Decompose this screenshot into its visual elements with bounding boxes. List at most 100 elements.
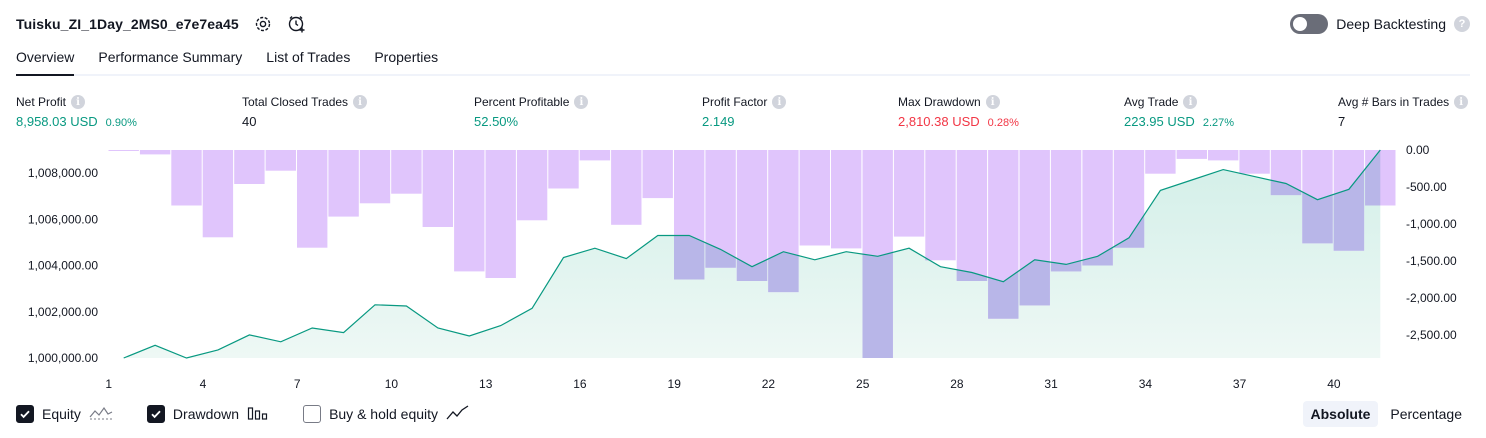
stat-avg-trade: Avg Trade i 223.95 USD 2.27%	[1124, 94, 1234, 129]
equity-point	[405, 305, 407, 307]
stat-total-closed-trades: Total Closed Trades i 40	[242, 94, 368, 129]
equity-point	[657, 234, 659, 236]
settings-gear-icon[interactable]	[253, 14, 273, 34]
equity-point	[1065, 263, 1067, 265]
equity-point	[185, 357, 187, 359]
right-axis-tick-label: -1,500.00	[1406, 254, 1457, 268]
drawdown-bar	[1145, 150, 1176, 174]
equity-point	[751, 266, 753, 268]
drawdown-bar	[516, 150, 548, 221]
stat-label: Total Closed Trades	[242, 95, 349, 109]
info-icon[interactable]: i	[353, 95, 368, 109]
stat-label: Avg Trade	[1124, 95, 1179, 109]
drawdown-bar	[391, 150, 422, 194]
drawdown-bar	[171, 150, 202, 206]
drawdown-bar	[799, 150, 830, 246]
equity-point	[123, 357, 125, 359]
equity-drawdown-chart[interactable]: 1,000,000.00 1,002,000.00 1,004,000.00 1,00…	[0, 140, 1486, 398]
equity-line-icon	[89, 405, 113, 424]
left-axis-tick-label: 1,006,000.00	[28, 212, 98, 226]
stat-value: 7	[1338, 114, 1346, 129]
equity-point	[845, 251, 847, 253]
equity-point	[1222, 168, 1224, 170]
stat-label: Max Drawdown	[898, 95, 981, 109]
right-axis-tick-label: -2,000.00	[1406, 291, 1457, 305]
equity-point	[1348, 188, 1350, 190]
equity-point	[1034, 259, 1036, 261]
equity-point	[437, 327, 439, 329]
info-icon[interactable]: i	[1183, 95, 1198, 109]
equity-point	[1379, 149, 1381, 151]
equity-point	[814, 259, 816, 261]
x-axis-tick-label: 4	[200, 377, 207, 391]
stat-value: 2,810.38 USD	[898, 114, 980, 129]
equity-point	[311, 327, 313, 329]
info-icon[interactable]: i	[985, 95, 1000, 109]
tab-properties[interactable]: Properties	[374, 46, 438, 74]
info-icon[interactable]: i	[1454, 95, 1469, 109]
drawdown-bar	[265, 150, 296, 171]
x-axis-tick-label: 25	[856, 377, 870, 391]
equity-point	[1096, 255, 1098, 257]
equity-point	[562, 256, 564, 258]
tab-list-of-trades[interactable]: List of Trades	[266, 46, 350, 74]
info-icon[interactable]: i	[772, 95, 787, 109]
legend-equity[interactable]: Equity	[16, 405, 113, 424]
help-question-icon[interactable]: ?	[1454, 16, 1470, 32]
drawdown-bar	[1050, 150, 1082, 272]
drawdown-checkbox[interactable]	[146, 405, 165, 423]
left-axis-tick-label: 1,002,000.00	[28, 305, 98, 319]
mode-absolute-button[interactable]: Absolute	[1302, 401, 1379, 427]
deep-backtesting-toggle[interactable]	[1290, 14, 1329, 34]
x-axis-tick-label: 16	[573, 377, 587, 391]
right-axis-tick-label: 0.00	[1406, 143, 1430, 157]
drawdown-bar	[202, 150, 234, 238]
drawdown-bar	[956, 150, 988, 281]
stat-percent: 2.27%	[1202, 117, 1235, 129]
equity-point	[280, 341, 282, 343]
equity-point	[1191, 179, 1193, 181]
info-icon[interactable]: i	[71, 95, 86, 109]
equity-point	[688, 234, 690, 236]
equity-point	[468, 335, 470, 337]
drawdown-bar	[1082, 150, 1113, 266]
tab-overview[interactable]: Overview	[16, 46, 75, 76]
x-axis-tick-label: 34	[1139, 377, 1153, 391]
drawdown-bar	[831, 150, 862, 249]
legend-label: Buy & hold equity	[329, 406, 439, 422]
tab-performance-summary[interactable]: Performance Summary	[98, 46, 242, 74]
equity-point	[1128, 237, 1130, 239]
x-axis-tick-label: 7	[294, 377, 301, 391]
drawdown-bar	[642, 150, 673, 199]
equity-point	[908, 247, 910, 249]
add-alert-clock-icon[interactable]	[287, 14, 307, 34]
equity-point	[877, 255, 879, 257]
left-axis-tick-label: 1,000,000.00	[28, 351, 98, 365]
equity-point	[217, 349, 219, 351]
equity-checkbox[interactable]	[16, 405, 34, 423]
legend-buy-hold-equity[interactable]: Buy & hold equity	[303, 404, 470, 424]
equity-point	[154, 344, 156, 346]
stat-label: Avg # Bars in Trades	[1338, 95, 1450, 109]
stat-value: 8,958.03 USD	[16, 114, 98, 129]
equity-point	[248, 334, 250, 336]
drawdown-bar	[422, 150, 453, 227]
drawdown-bar	[454, 150, 485, 272]
stat-net-profit: Net Profit i 8,958.03 USD 0.90%	[16, 94, 137, 129]
x-axis-tick-label: 1	[105, 377, 112, 391]
buy-hold-checkbox[interactable]	[303, 405, 322, 423]
drawdown-bar	[893, 150, 925, 237]
left-axis-tick-label: 1,004,000.00	[28, 259, 98, 273]
equity-point	[625, 257, 627, 259]
strategy-title: Tuisku_ZI_1Day_2MS0_e7e7ea45	[16, 16, 239, 32]
legend-drawdown[interactable]: Drawdown	[146, 405, 269, 424]
equity-point	[500, 324, 502, 326]
stat-label: Net Profit	[16, 95, 67, 109]
mode-percentage-button[interactable]: Percentage	[1382, 401, 1470, 427]
right-axis-tick-label: -1,000.00	[1406, 217, 1457, 231]
stat-value: 2.149	[702, 114, 735, 129]
drawdown-bar	[548, 150, 579, 189]
chart-legend: Equity Drawdown Buy & hold equity	[16, 403, 470, 425]
drawdown-bar	[234, 150, 265, 184]
info-icon[interactable]: i	[574, 95, 589, 109]
